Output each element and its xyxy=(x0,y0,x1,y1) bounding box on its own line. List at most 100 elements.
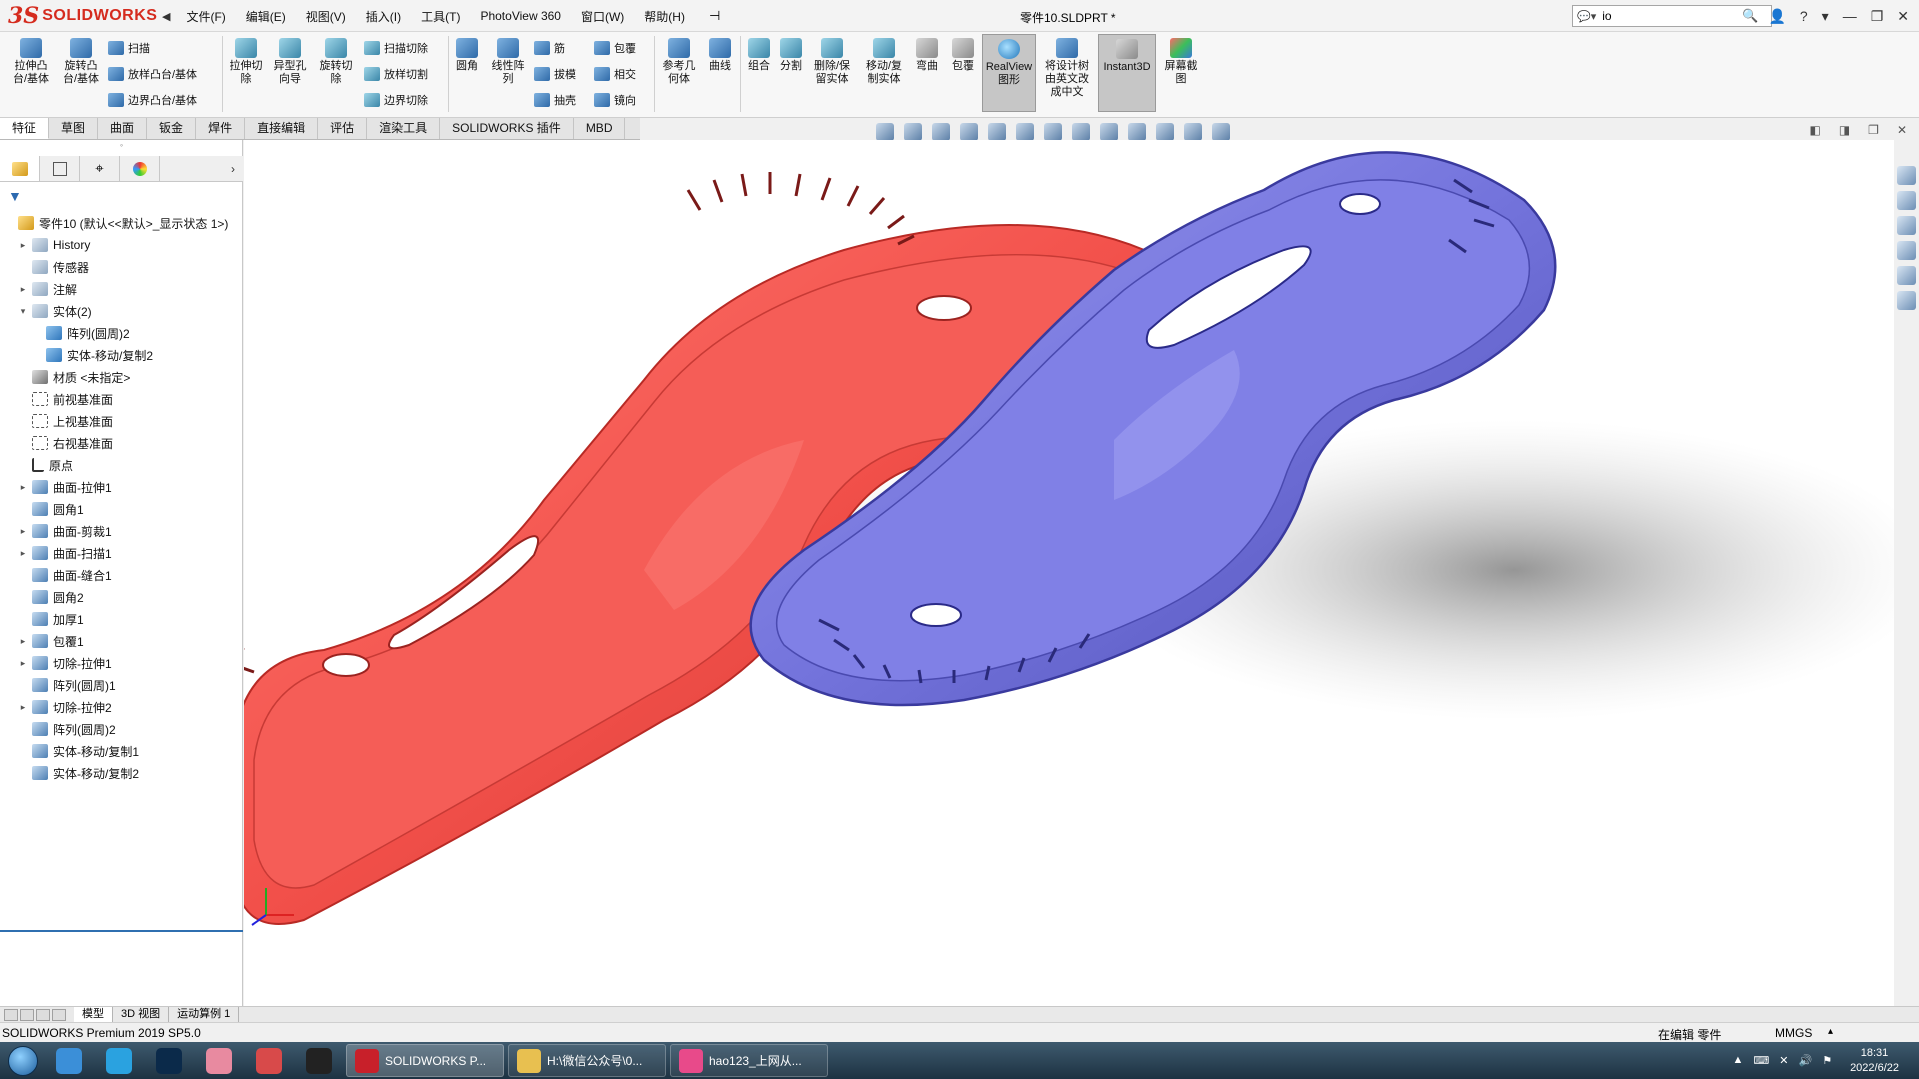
tree-item[interactable]: ▸ History xyxy=(0,234,243,256)
pinned-app[interactable] xyxy=(196,1044,242,1077)
tree-item[interactable]: 传感器 xyxy=(0,256,243,278)
tab-evaluate[interactable]: 评估 xyxy=(318,118,368,139)
tree-item[interactable]: 零件10 (默认<<默认>_显示状态 1>) xyxy=(0,212,243,234)
revolve-boss-button[interactable]: 旋转凸 台/基体 xyxy=(58,38,104,86)
realview-button[interactable]: RealView 图形 xyxy=(982,34,1036,112)
combine-button[interactable]: 组合 xyxy=(744,38,774,73)
close-button[interactable]: ✕ xyxy=(1897,8,1909,25)
tree-item[interactable]: ▸ 曲面-扫描1 xyxy=(0,542,243,564)
unit-dropdown-icon[interactable]: ▴ xyxy=(1828,1026,1833,1037)
curves-button[interactable]: 曲线 xyxy=(704,38,736,73)
rib-button[interactable]: 筋 xyxy=(534,40,565,56)
file-explorer-icon[interactable] xyxy=(1897,216,1916,235)
solidworks-logo[interactable]: 3S SOLIDWORKS xyxy=(8,3,158,29)
search-commands-icon[interactable]: 💬▾ xyxy=(1577,10,1596,23)
tree-item[interactable]: ▾ 实体(2) xyxy=(0,300,243,322)
restore-viewport-icon[interactable]: ❐ xyxy=(1868,123,1879,137)
help-icon[interactable]: ? xyxy=(1800,8,1808,24)
draft-button[interactable]: 拔模 xyxy=(534,66,576,82)
home-icon[interactable] xyxy=(1897,166,1916,185)
last-tab-icon[interactable] xyxy=(52,1008,66,1021)
zoom-to-fit-icon[interactable] xyxy=(904,123,922,141)
intersect-button[interactable]: 相交 xyxy=(594,66,636,82)
wrap-button[interactable]: 包覆 xyxy=(948,38,978,73)
taskbar-window[interactable]: hao123_上网从... xyxy=(670,1044,828,1077)
pinned-app[interactable] xyxy=(296,1044,342,1077)
menu-photoview[interactable]: PhotoView 360 xyxy=(480,9,561,23)
tab-display-manager[interactable] xyxy=(120,156,160,181)
design-library-icon[interactable] xyxy=(1897,191,1916,210)
tab-property-manager[interactable] xyxy=(40,156,80,181)
tree-item[interactable]: ▸ 切除-拉伸1 xyxy=(0,652,243,674)
tree-item[interactable]: ▸ 包覆1 xyxy=(0,630,243,652)
pin-menu-icon[interactable]: ⊣ xyxy=(709,8,720,24)
boundary-cut-button[interactable]: 边界切除 xyxy=(364,92,428,108)
split-button[interactable]: 分割 xyxy=(776,38,806,73)
start-button[interactable] xyxy=(0,1042,46,1079)
section-view-icon[interactable] xyxy=(988,123,1006,141)
pinned-app[interactable] xyxy=(146,1044,192,1077)
clock[interactable]: 18:31 2022/6/22 xyxy=(1850,1046,1899,1076)
action-center-icon[interactable]: ⚑ xyxy=(1822,1054,1832,1067)
menu-edit[interactable]: 编辑(E) xyxy=(246,8,286,25)
panel-grip[interactable]: ◦ xyxy=(0,140,243,156)
tree-expand-icon[interactable]: ▸ xyxy=(18,526,28,537)
volume-icon[interactable]: 🔊 xyxy=(1798,1054,1812,1067)
hole-wizard-button[interactable]: 异型孔 向导 xyxy=(270,38,310,86)
translate-tree-button[interactable]: 将设计树 由英文改 成中文 xyxy=(1040,38,1094,99)
minimize-button[interactable]: — xyxy=(1843,8,1857,24)
view-orientation-icon[interactable] xyxy=(876,123,894,141)
fillet-button[interactable]: 圆角 xyxy=(452,38,482,73)
revolve-cut-button[interactable]: 旋转切 除 xyxy=(316,38,356,86)
tree-item[interactable]: 圆角2 xyxy=(0,586,243,608)
delete-keep-body-button[interactable]: 删除/保 留实体 xyxy=(810,38,854,86)
tab-model[interactable]: 模型 xyxy=(74,1007,113,1022)
tab-sheet-metal[interactable]: 钣金 xyxy=(147,118,197,139)
network-icon[interactable]: ✕ xyxy=(1779,1054,1788,1067)
tree-item[interactable]: ▸ 注解 xyxy=(0,278,243,300)
tree-expand-icon[interactable]: ▸ xyxy=(18,284,28,295)
reference-geometry-button[interactable]: 参考几 何体 xyxy=(658,38,700,86)
close-viewport-icon[interactable]: ✕ xyxy=(1897,123,1907,137)
display-style-icon[interactable] xyxy=(1072,123,1090,141)
tree-expand-icon[interactable]: ▸ xyxy=(18,548,28,559)
apply-scene-icon[interactable] xyxy=(1156,123,1174,141)
menu-view[interactable]: 视图(V) xyxy=(306,8,346,25)
menu-insert[interactable]: 插入(I) xyxy=(366,8,401,25)
sweep-boss-button[interactable]: 扫描 xyxy=(108,40,150,56)
tree-item[interactable]: 实体-移动/复制1 xyxy=(0,740,243,762)
taskbar-window[interactable]: SOLIDWORKS P... xyxy=(346,1044,504,1077)
tab-feature-tree[interactable] xyxy=(0,156,40,181)
tab-render-tools[interactable]: 渲染工具 xyxy=(367,118,441,139)
view-palette-icon[interactable] xyxy=(1897,241,1916,260)
graphics-viewport[interactable] xyxy=(244,140,1894,1006)
tree-expand-icon[interactable]: ▸ xyxy=(18,636,28,647)
keyboard-icon[interactable]: ⌨ xyxy=(1753,1054,1769,1067)
user-icon[interactable]: 👤 xyxy=(1768,8,1785,25)
unit-system[interactable]: MMGS xyxy=(1775,1026,1812,1040)
tree-item[interactable]: 原点 xyxy=(0,454,243,476)
prev-tab-icon[interactable] xyxy=(20,1008,34,1021)
boundary-boss-button[interactable]: 边界凸台/基体 xyxy=(108,92,197,108)
tree-item[interactable]: 实体-移动/复制2 xyxy=(0,762,243,784)
previous-view-icon[interactable] xyxy=(960,123,978,141)
tree-item[interactable]: 阵列(圆周)1 xyxy=(0,674,243,696)
tab-motion-study[interactable]: 运动算例 1 xyxy=(169,1007,240,1022)
show-hidden-icon[interactable]: ▲ xyxy=(1732,1054,1743,1067)
search-icon[interactable]: 🔍 xyxy=(1742,8,1758,24)
rollback-bar[interactable] xyxy=(0,930,243,932)
tree-expand-icon[interactable]: ▸ xyxy=(18,482,28,493)
pinned-app[interactable] xyxy=(246,1044,292,1077)
tree-item[interactable]: 前视基准面 xyxy=(0,388,243,410)
tab-features[interactable]: 特征 xyxy=(0,118,50,139)
more-tabs-icon[interactable]: › xyxy=(223,156,243,181)
tree-expand-icon[interactable]: ▾ xyxy=(18,306,28,317)
move-copy-body-button[interactable]: 移动/复 制实体 xyxy=(862,38,906,86)
tree-item[interactable]: 右视基准面 xyxy=(0,432,243,454)
view-settings-icon[interactable] xyxy=(1184,123,1202,141)
restore-button[interactable]: ❐ xyxy=(1871,8,1884,25)
tree-expand-icon[interactable]: ▸ xyxy=(18,240,28,251)
tree-item[interactable]: ▸ 切除-拉伸2 xyxy=(0,696,243,718)
edit-appearance-icon[interactable] xyxy=(1128,123,1146,141)
tab-configuration-manager[interactable]: ⌖ xyxy=(80,156,120,181)
